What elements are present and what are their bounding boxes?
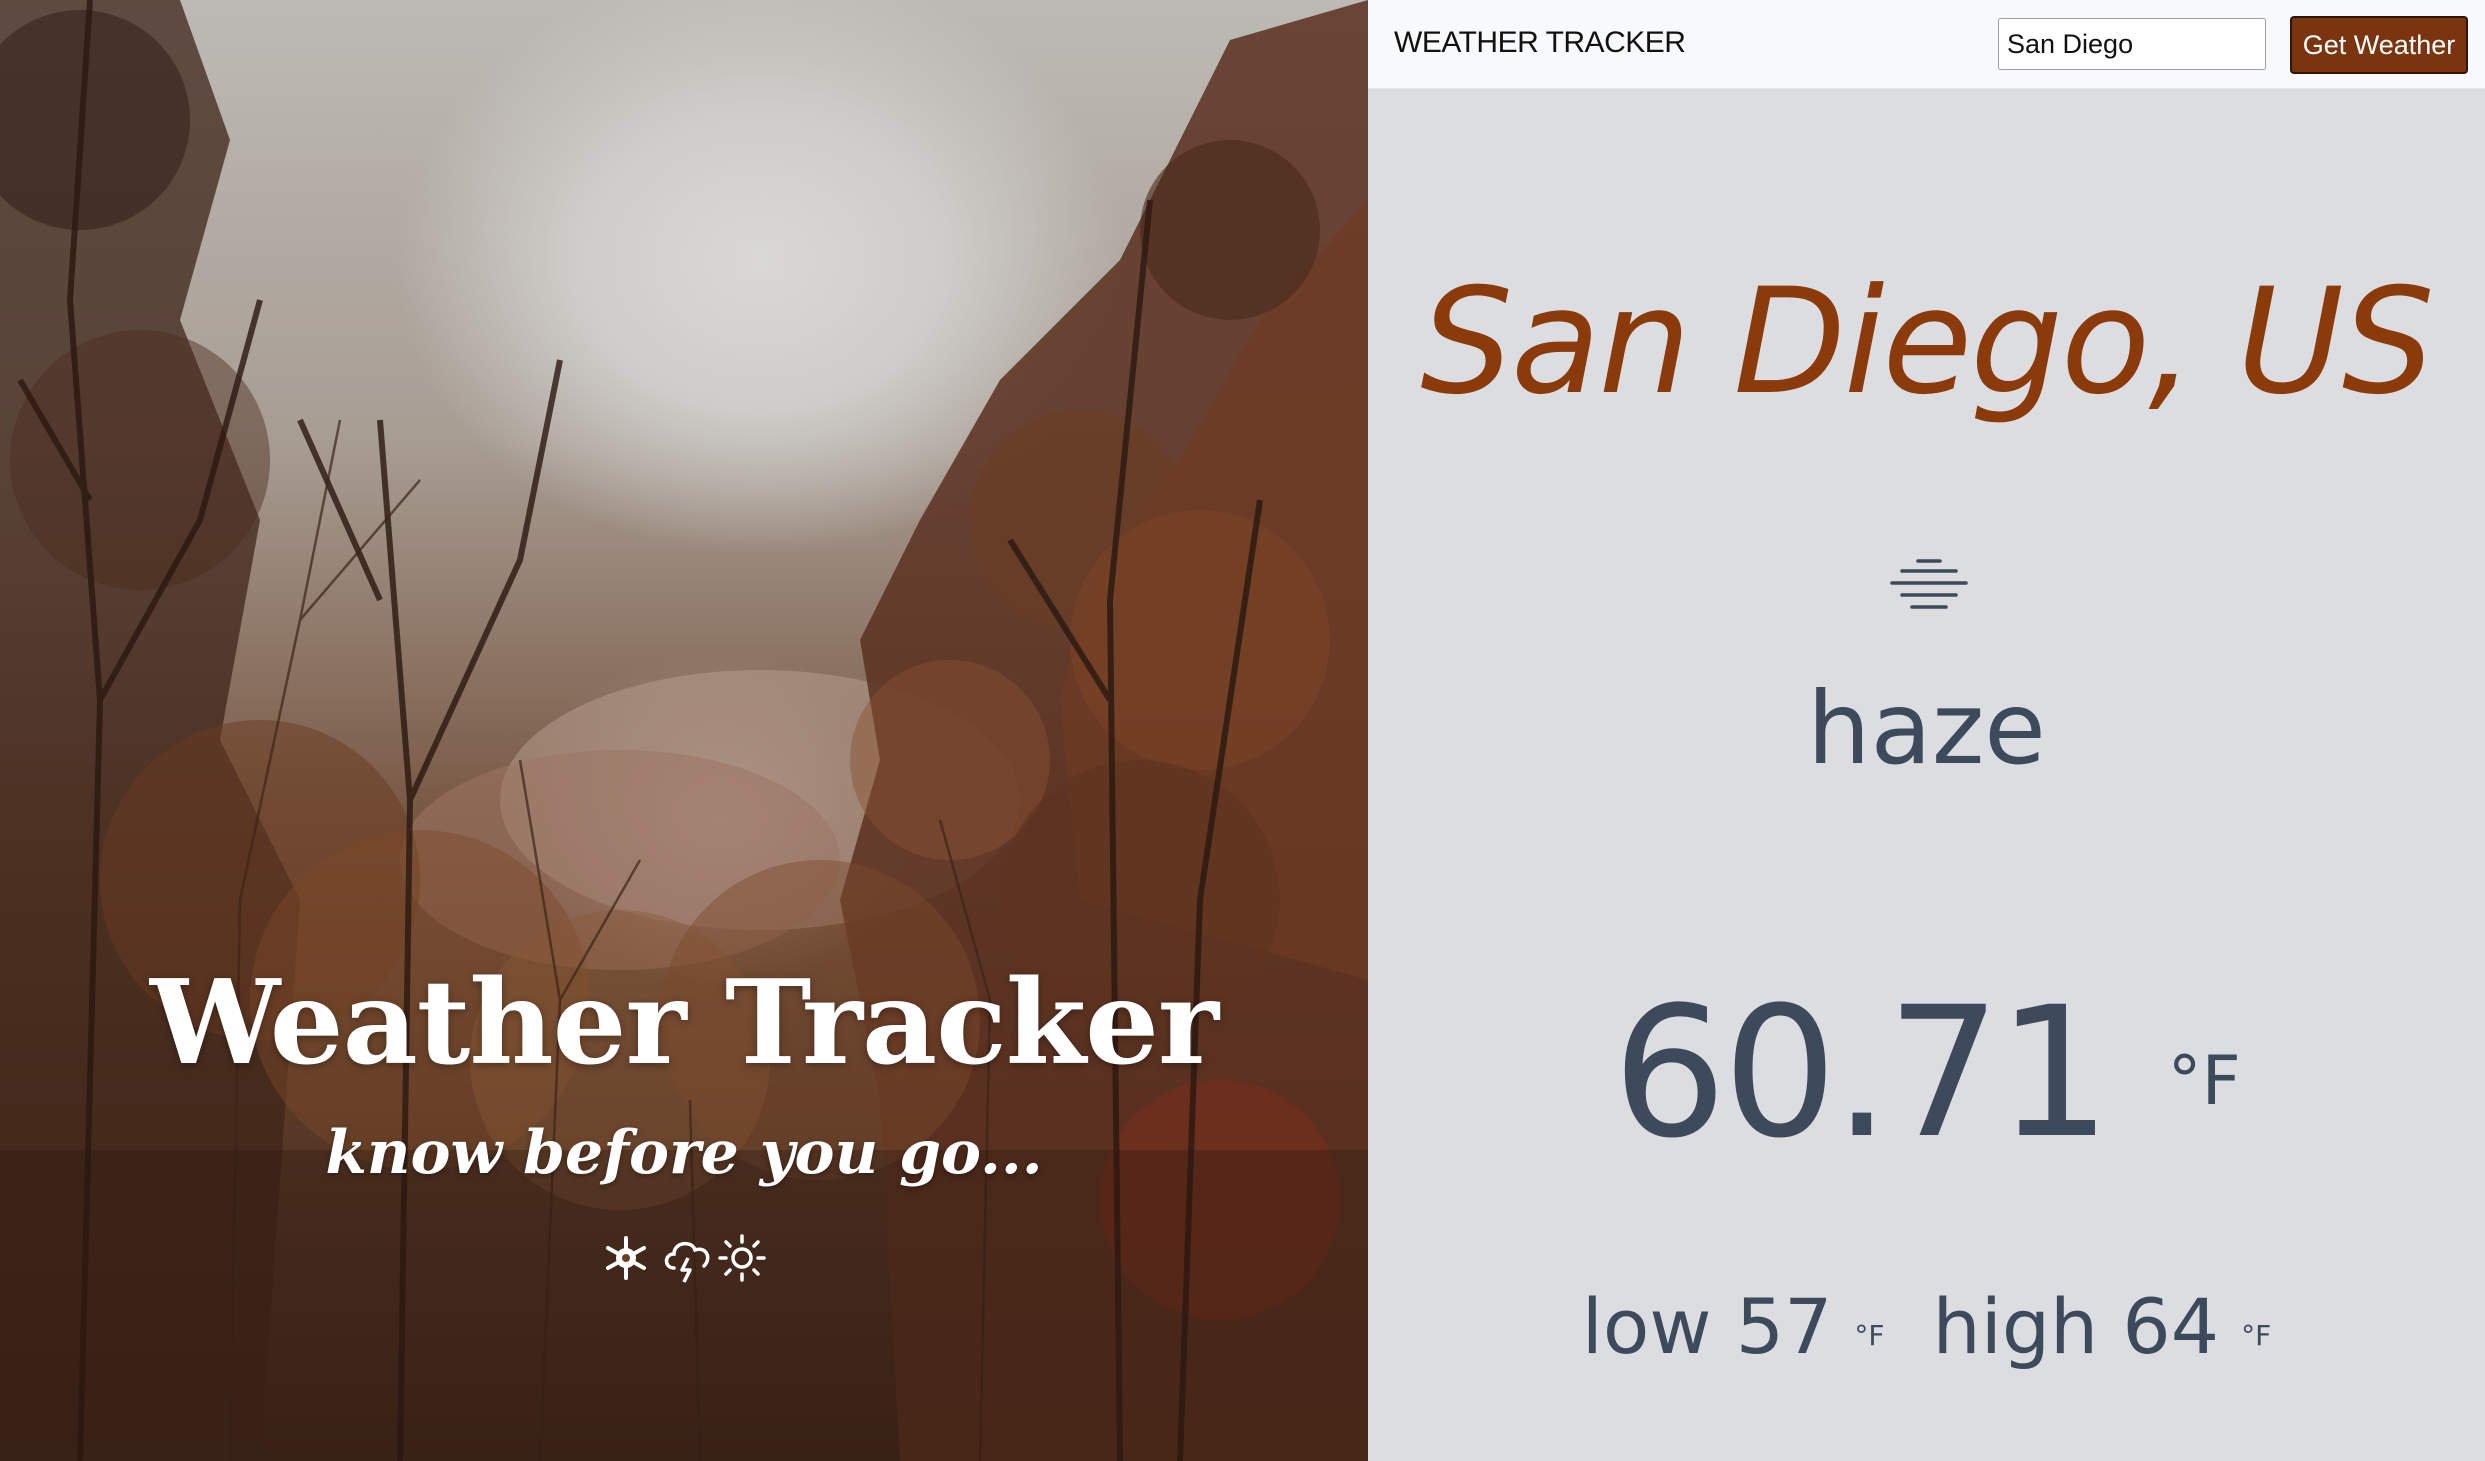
sun-icon bbox=[718, 1232, 766, 1284]
low-temperature: low 57 bbox=[1581, 1282, 1833, 1371]
hero-panel: Weather Tracker know before you go... bbox=[0, 0, 1368, 1461]
city-search-input[interactable] bbox=[1998, 18, 2266, 70]
navbar: WEATHER TRACKER Get Weather bbox=[1368, 0, 2485, 89]
low-high-temperatures: low 57 °F high 64 °F bbox=[1368, 1289, 2485, 1365]
low-temperature-unit: °F bbox=[1854, 1319, 1885, 1352]
navbar-brand[interactable]: WEATHER TRACKER bbox=[1394, 26, 1686, 60]
weather-panel: San Diego, US haze 60.71 °F low 57 °F hi… bbox=[1368, 89, 2485, 1461]
weather-condition: haze bbox=[1807, 670, 2046, 787]
temperature-value: 60.71 bbox=[1612, 969, 2111, 1178]
get-weather-button[interactable]: Get Weather bbox=[2290, 16, 2468, 74]
hero-weather-icons bbox=[0, 1232, 1368, 1284]
temperature-unit: °F bbox=[2167, 1042, 2241, 1121]
location-title: San Diego, US bbox=[1420, 257, 2434, 427]
hero-tagline: know before you go... bbox=[325, 1118, 1043, 1188]
snowflake-icon bbox=[602, 1232, 650, 1284]
high-temperature: high 64 bbox=[1932, 1282, 2220, 1371]
haze-icon bbox=[1888, 555, 1970, 613]
high-temperature-unit: °F bbox=[2241, 1319, 2272, 1352]
storm-cloud-icon bbox=[660, 1232, 710, 1284]
hero-title: Weather Tracker bbox=[149, 955, 1219, 1091]
current-temperature: 60.71 °F bbox=[1368, 984, 2485, 1164]
